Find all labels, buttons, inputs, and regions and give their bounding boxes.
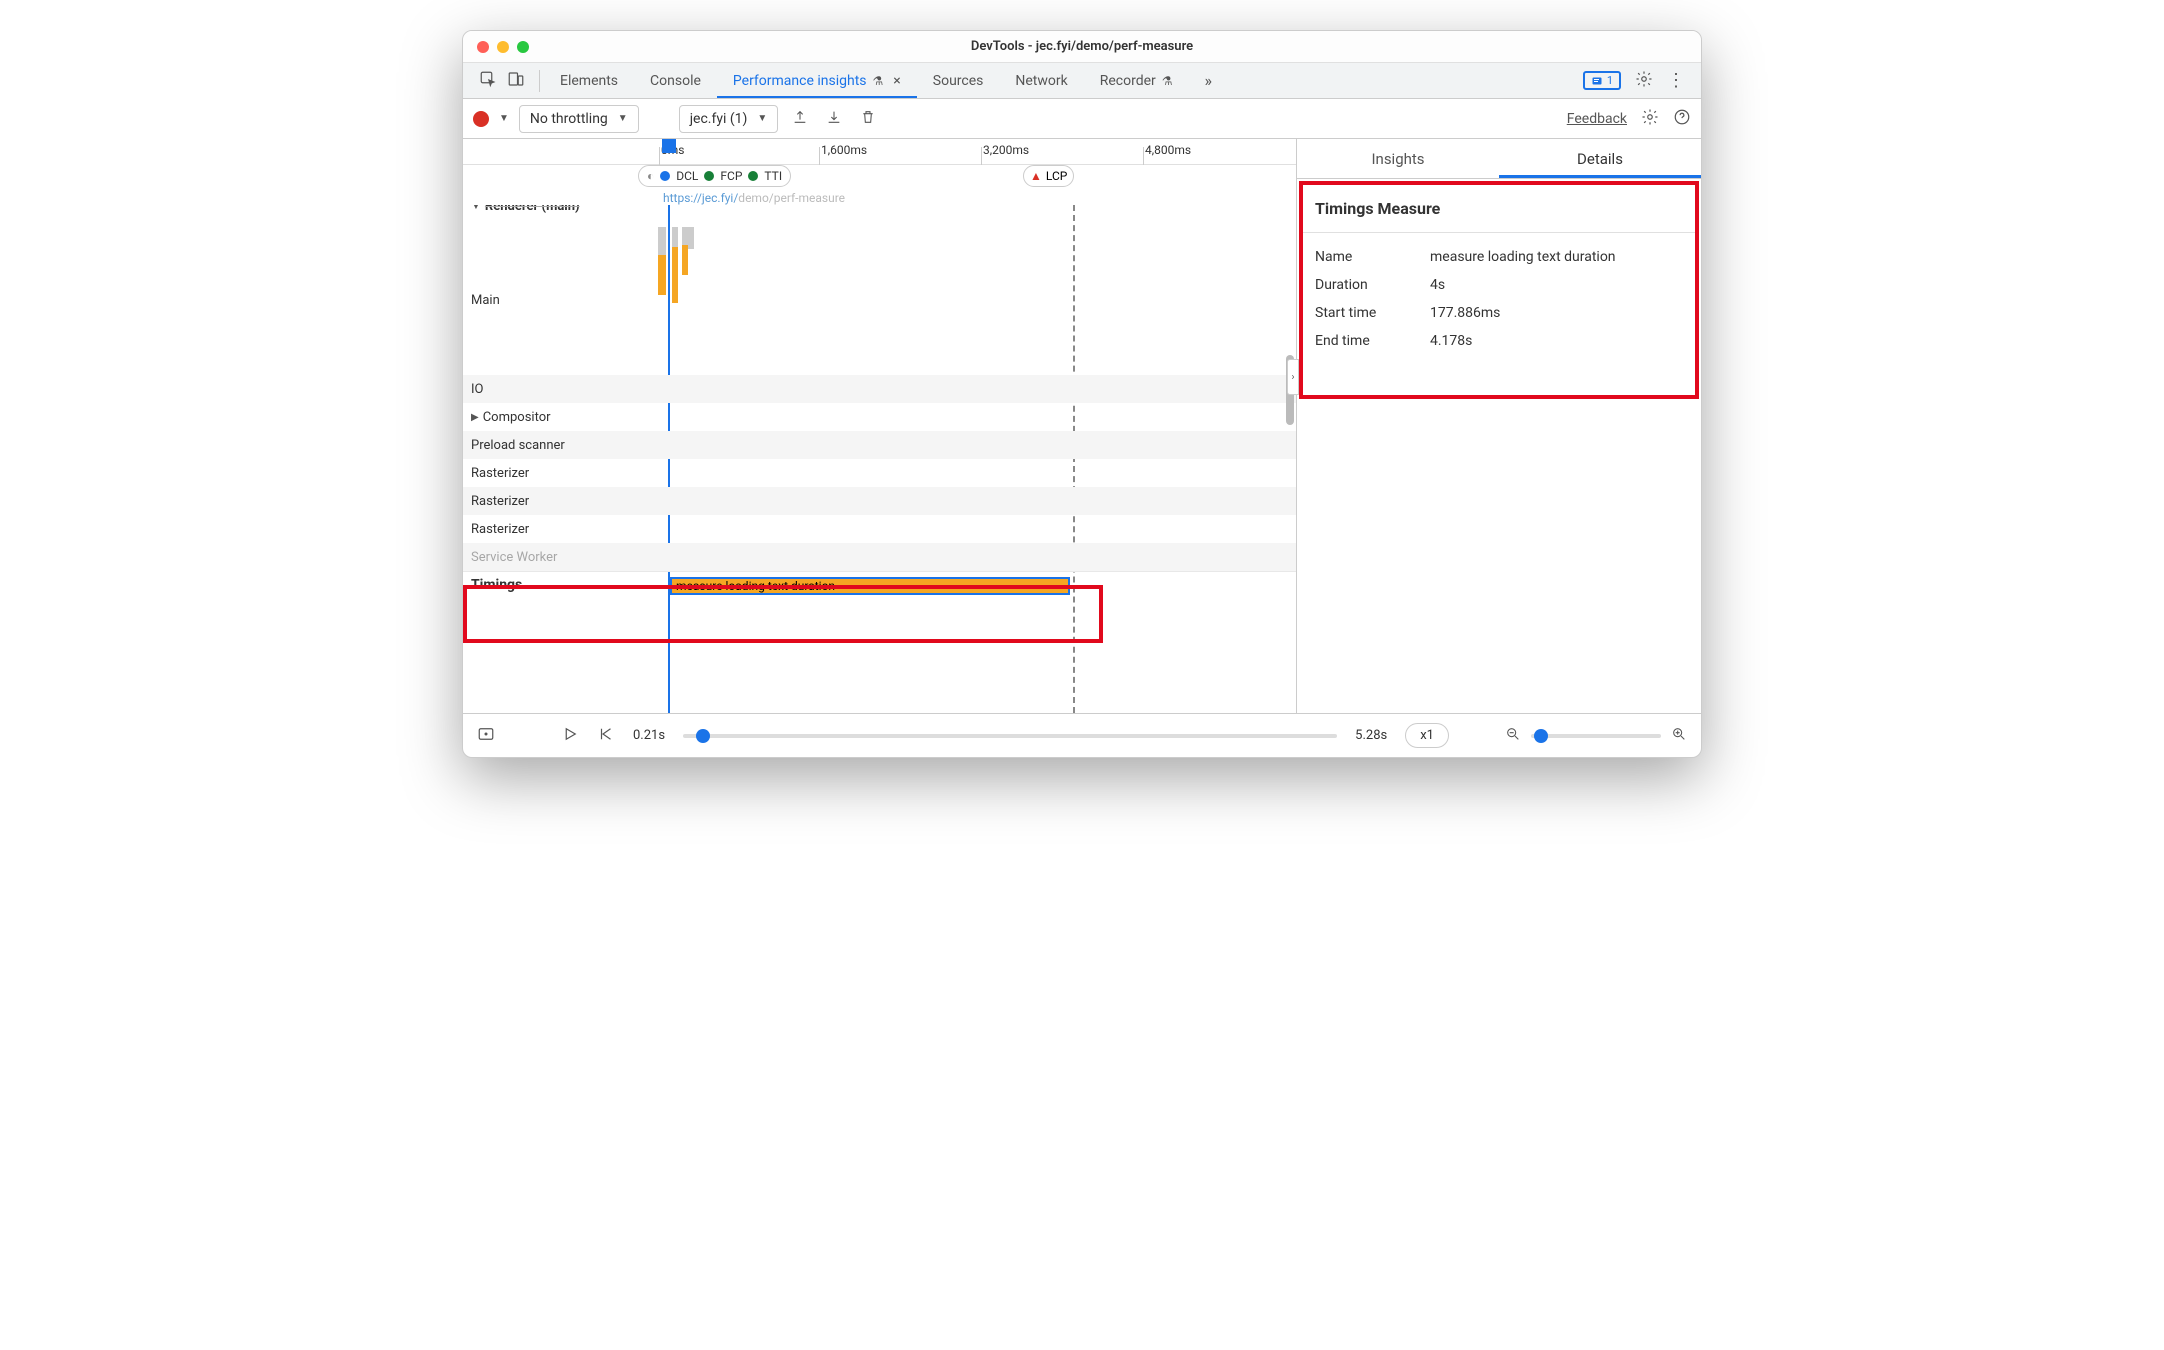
time-start-label: 0.21s [633,728,665,743]
minimize-window-button[interactable] [497,41,509,53]
tab-insights[interactable]: Insights [1297,139,1499,178]
record-button[interactable] [473,111,489,127]
settings-icon[interactable] [1635,70,1653,92]
track-service-worker[interactable]: Service Worker [471,550,557,565]
detail-row-end: End time4.178s [1315,327,1683,355]
tab-recorder[interactable]: Recorder ⚗ [1084,63,1189,98]
delete-icon[interactable] [856,105,880,133]
bottom-bar: 0.21s 5.28s x1 [463,713,1701,757]
detail-row-duration: Duration4s [1315,271,1683,299]
perf-toolbar: ▼ No throttling▼ jec.fyi (1)▼ Feedback [463,99,1701,139]
url-strip: https://jec.fyi/demo/perf-measure [463,189,1296,205]
play-icon[interactable] [561,725,579,747]
ruler-tick-3: 4,800ms [1145,143,1191,157]
time-end-label: 5.28s [1355,728,1387,743]
time-ruler[interactable]: 0ms 1,600ms 3,200ms 4,800ms [463,139,1296,165]
track-main[interactable]: Main [471,293,500,308]
zoom-out-icon[interactable] [1505,726,1521,746]
speed-select[interactable]: x1 [1405,723,1449,748]
issues-badge[interactable]: 1 [1583,71,1621,90]
caret-down-icon: ▼ [471,205,481,212]
timing-markers-pill[interactable]: ◐ DCL FCP TTI [638,165,791,187]
track-preload-scanner[interactable]: Preload scanner [471,438,565,453]
help-icon[interactable] [1673,108,1691,130]
window-title: DevTools - jec.fyi/demo/perf-measure [477,39,1687,54]
recording-select[interactable]: jec.fyi (1)▼ [679,105,779,133]
export-icon[interactable] [788,105,812,133]
feedback-link[interactable]: Feedback [1567,111,1627,127]
tracks-area: ▼ Renderer (main) Main IO [463,205,1296,713]
warning-icon: ▲ [1030,169,1042,183]
track-timings[interactable]: Timings [471,577,522,593]
zoom-control [1505,726,1687,746]
track-compositor[interactable]: ▶Compositor [471,410,551,425]
panel-settings-icon[interactable] [1641,108,1659,130]
timings-track: Timings measure loading text duration [463,571,1296,599]
timeline-pane[interactable]: 0ms 1,600ms 3,200ms 4,800ms ◐ DCL FCP TT… [463,139,1296,713]
collapse-pane-icon[interactable]: › [1287,359,1299,395]
track-rasterizer-2[interactable]: Rasterizer [471,494,529,509]
track-rasterizer-1[interactable]: Rasterizer [471,466,529,481]
track-io[interactable]: IO [471,382,483,397]
device-toggle-icon[interactable] [507,70,525,92]
details-title: Timings Measure [1303,185,1695,233]
panel-tabstrip: Elements Console Performance insights ⚗ … [463,63,1701,99]
record-options-icon[interactable]: ▼ [499,113,509,124]
traffic-lights [477,41,529,53]
maximize-window-button[interactable] [517,41,529,53]
titlebar: DevTools - jec.fyi/demo/perf-measure [463,31,1701,63]
rewind-icon[interactable] [597,725,615,747]
close-tab-icon[interactable]: × [893,73,900,89]
timing-measure-bar[interactable]: measure loading text duration [670,577,1070,595]
close-window-button[interactable] [477,41,489,53]
fcp-marker-icon [704,171,714,181]
ruler-tick-2: 3,200ms [983,143,1029,157]
highlight-box-details: Timings Measure Namemeasure loading text… [1299,181,1699,399]
tab-network[interactable]: Network [999,63,1083,98]
devtools-window: DevTools - jec.fyi/demo/perf-measure Ele… [462,30,1702,758]
zoom-slider[interactable] [1531,734,1661,738]
detail-row-name: Namemeasure loading text duration [1315,243,1683,271]
inspect-element-icon[interactable] [479,70,497,92]
import-icon[interactable] [822,105,846,133]
right-pane-tabs: Insights Details [1297,139,1701,179]
caret-right-icon: ▶ [471,412,479,423]
kebab-menu-icon[interactable]: ⋮ [1667,70,1685,91]
tab-details[interactable]: Details [1499,139,1701,178]
flask-icon: ⚗ [873,74,884,88]
tab-performance-insights[interactable]: Performance insights ⚗ × [717,63,917,98]
zoom-in-icon[interactable] [1671,726,1687,746]
flask-icon: ⚗ [1162,74,1173,88]
ruler-tick-1: 1,600ms [821,143,867,157]
markers-row: ◐ DCL FCP TTI ▲LCP [463,165,1296,189]
detail-row-start: Start time177.886ms [1315,299,1683,327]
more-tabs-icon[interactable]: » [1189,63,1229,98]
lcp-marker-pill[interactable]: ▲LCP [1023,165,1074,187]
tti-marker-icon [748,171,758,181]
tab-console[interactable]: Console [634,63,717,98]
track-rasterizer-3[interactable]: Rasterizer [471,522,529,537]
dcl-marker-icon [660,171,670,181]
throttling-select[interactable]: No throttling▼ [519,105,639,133]
preview-toggle-icon[interactable] [477,725,495,747]
time-slider[interactable] [683,734,1337,738]
track-renderer[interactable]: ▼ Renderer (main) [471,205,580,214]
playhead-handle[interactable] [662,139,676,153]
tab-sources[interactable]: Sources [917,63,1000,98]
details-pane: › Insights Details Timings Measure Namem… [1296,139,1701,713]
tab-elements[interactable]: Elements [544,63,634,98]
content-area: 0ms 1,600ms 3,200ms 4,800ms ◐ DCL FCP TT… [463,139,1701,713]
